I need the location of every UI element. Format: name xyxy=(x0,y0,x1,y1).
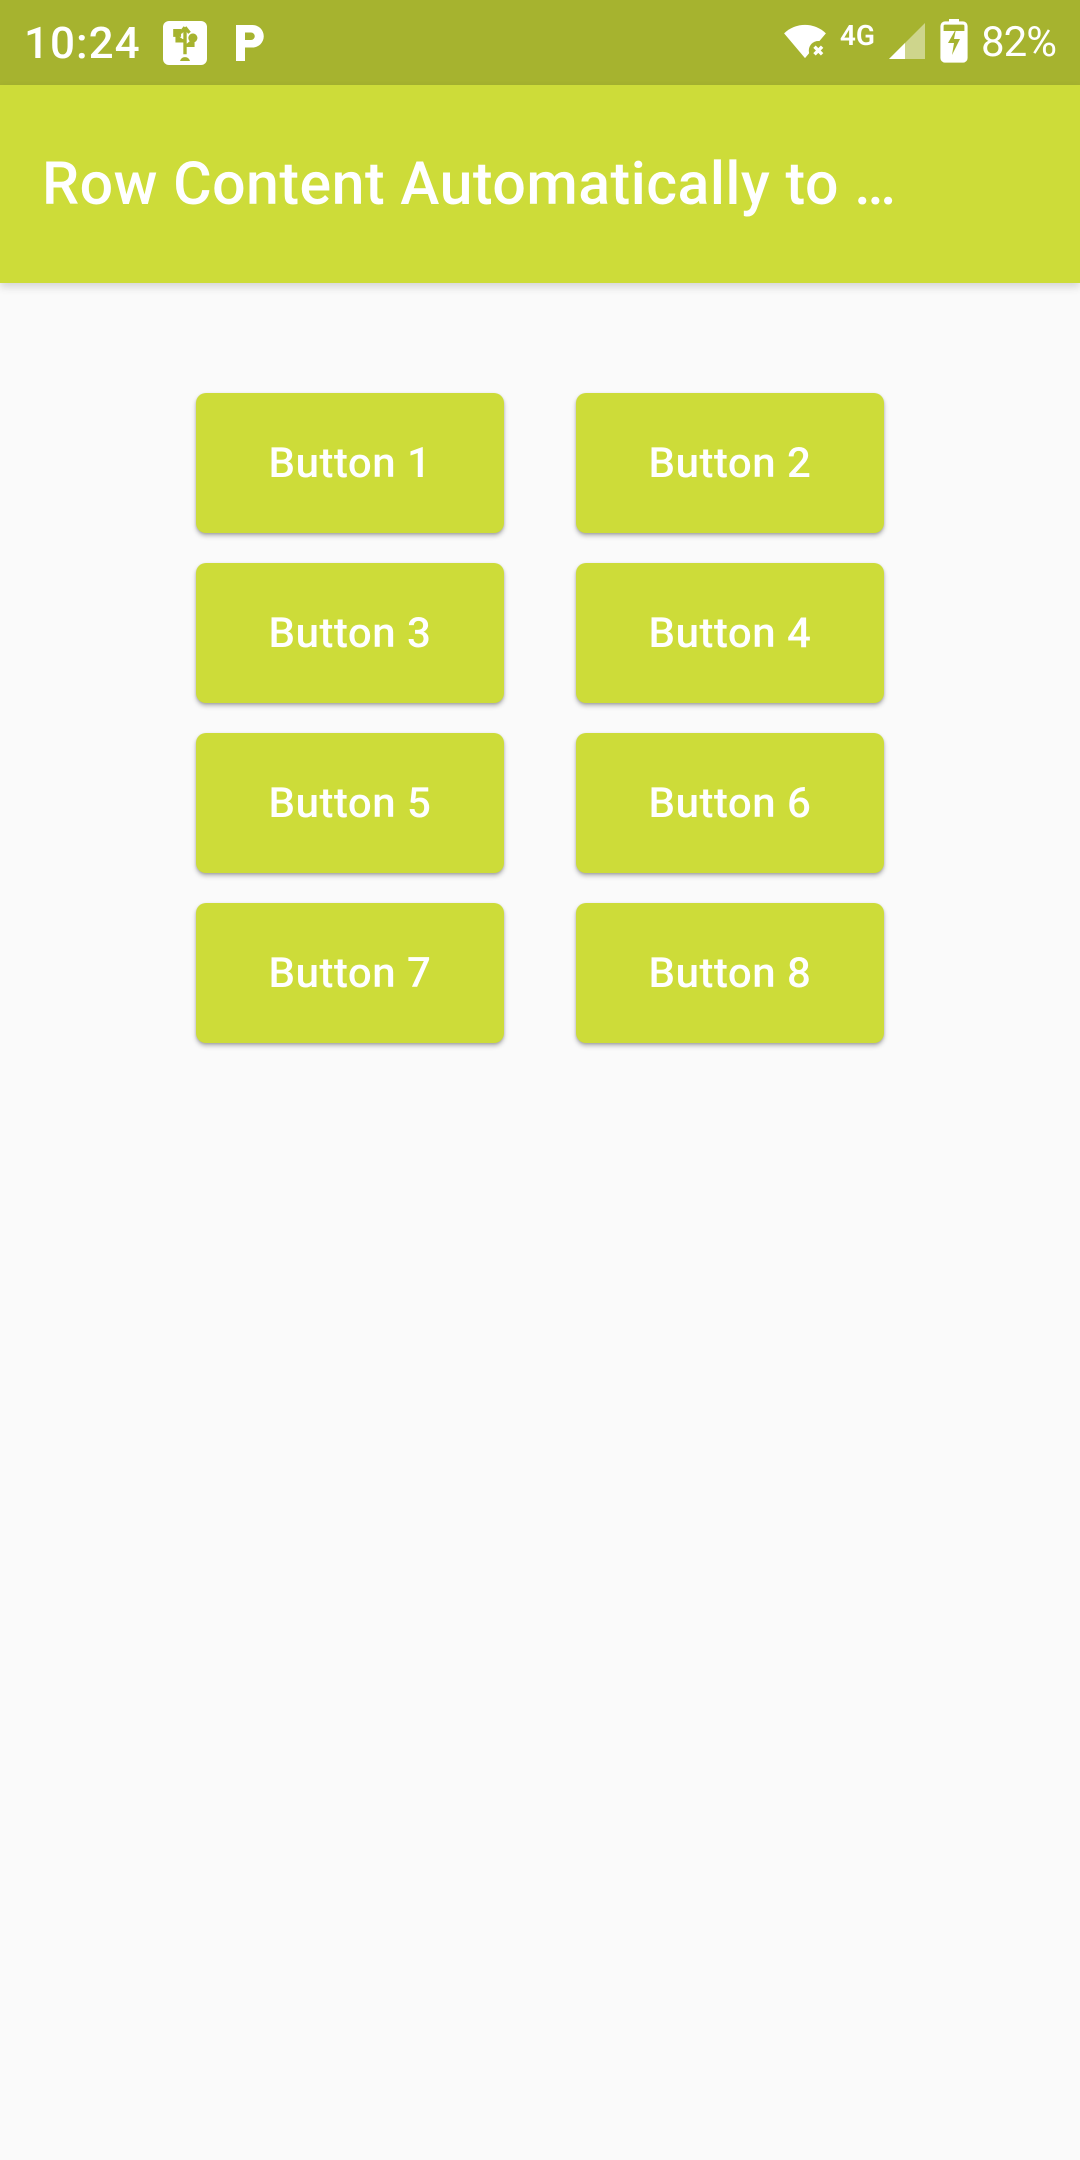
cellular-signal-icon xyxy=(887,21,927,65)
app-p-icon xyxy=(229,22,267,64)
button-5[interactable]: Button 5 xyxy=(196,733,504,873)
button-grid: Button 1 Button 2 Button 3 Button 4 Butt… xyxy=(180,283,900,1043)
status-right: 4G 82% xyxy=(782,18,1056,67)
status-bar: 10:24 4G xyxy=(0,0,1080,85)
app-bar: Row Content Automatically to … xyxy=(0,85,1080,283)
usb-icon xyxy=(163,21,207,65)
page-title: Row Content Automatically to … xyxy=(42,150,1038,219)
battery-percentage: 82% xyxy=(981,18,1056,67)
button-4[interactable]: Button 4 xyxy=(576,563,884,703)
button-6[interactable]: Button 6 xyxy=(576,733,884,873)
network-4g-label: 4G xyxy=(840,19,875,52)
button-8[interactable]: Button 8 xyxy=(576,903,884,1043)
battery-charging-icon xyxy=(939,19,969,67)
button-1[interactable]: Button 1 xyxy=(196,393,504,533)
button-3[interactable]: Button 3 xyxy=(196,563,504,703)
status-left: 10:24 xyxy=(24,17,267,69)
status-clock: 10:24 xyxy=(24,17,141,69)
button-2[interactable]: Button 2 xyxy=(576,393,884,533)
button-7[interactable]: Button 7 xyxy=(196,903,504,1043)
wifi-icon xyxy=(782,22,828,64)
